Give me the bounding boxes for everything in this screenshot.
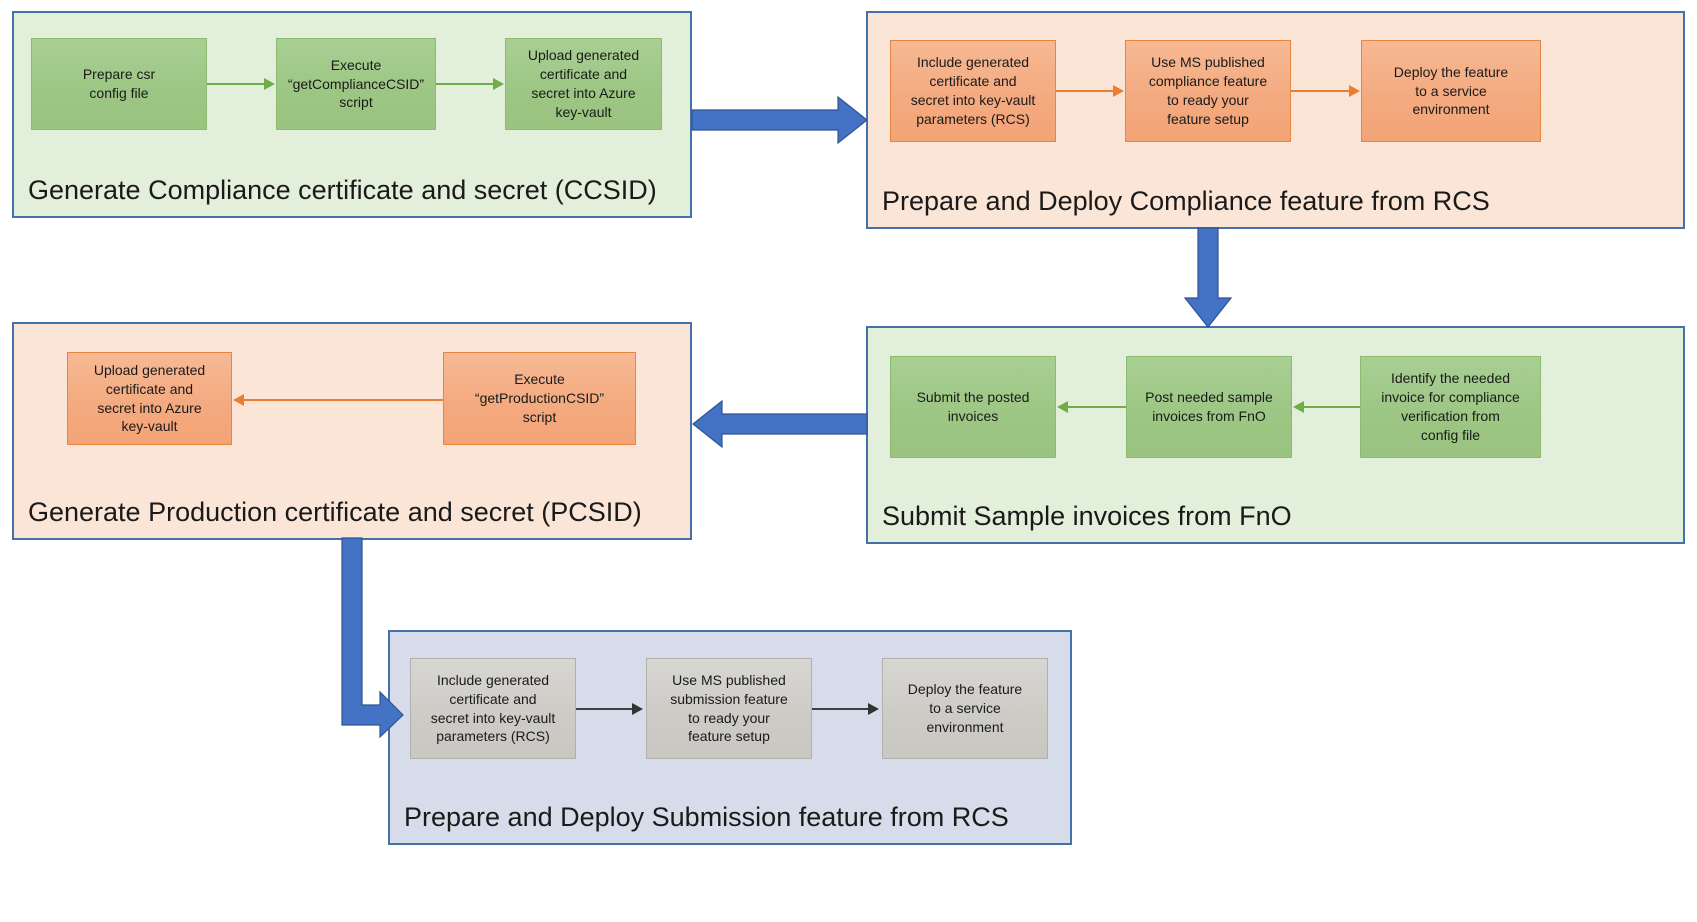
step-post-needed-sample-invoices-from-fno: Post needed sample invoices from FnO xyxy=(1126,356,1292,458)
step-line: parameters (RCS) xyxy=(436,728,550,745)
arrow-pcsid-to-prepare-submission xyxy=(334,537,404,739)
step-line: compliance feature xyxy=(1148,73,1268,90)
step-line: feature setup xyxy=(1167,110,1249,127)
step-line: Upload generated xyxy=(93,361,206,378)
step-submit-the-posted-invoices: Submit the posted invoices xyxy=(890,356,1056,458)
panel-prepare-deploy-compliance: Include generated certificate and secret… xyxy=(866,11,1685,229)
panel-title-submit-sample-invoices: Submit Sample invoices from FnO xyxy=(882,501,1292,532)
connector-submit-1 xyxy=(1068,406,1126,408)
step-line: Deploy the feature xyxy=(1393,63,1509,80)
connector-arrowhead-ccsid-2 xyxy=(493,78,504,90)
step-line: “getComplianceCSID” xyxy=(287,75,425,92)
connector-ccsid-1 xyxy=(207,83,264,85)
step-line: “getProductionCSID” xyxy=(474,390,605,407)
step-line: script xyxy=(339,94,373,111)
step-upload-cert-secret-azure-keyvault-production: Upload generated certificate and secret … xyxy=(67,352,232,445)
step-execute-getcompliancecsid-script: Execute “getComplianceCSID” script xyxy=(276,38,436,130)
arrow-submit-invoices-to-pcsid xyxy=(692,399,868,449)
step-line: invoices xyxy=(947,408,999,424)
step-line: Deploy the feature xyxy=(907,681,1023,698)
step-line: script xyxy=(522,408,557,425)
connector-arrowhead-pcsid-1 xyxy=(233,394,244,406)
step-line: key-vault xyxy=(121,418,178,435)
step-include-cert-secret-keyvault-params-compliance: Include generated certificate and secret… xyxy=(890,40,1056,142)
step-line: Execute xyxy=(330,56,382,73)
step-use-ms-published-compliance-feature: Use MS published compliance feature to r… xyxy=(1125,40,1291,142)
step-line: config file xyxy=(1420,426,1481,443)
connector-submit-2 xyxy=(1304,406,1360,408)
step-line: environment xyxy=(926,718,1004,735)
arrow-prepare-compliance-to-submit-invoices xyxy=(1183,227,1233,328)
panel-prepare-deploy-submission: Include generated certificate and secret… xyxy=(388,630,1072,845)
connector-arrowhead-compliance-1 xyxy=(1113,85,1124,97)
step-upload-cert-secret-azure-keyvault-compliance: Upload generated certificate and secret … xyxy=(505,38,662,130)
step-deploy-feature-service-environment-submission: Deploy the feature to a service environm… xyxy=(882,658,1048,759)
step-line: Use MS published xyxy=(1151,54,1265,71)
step-include-cert-secret-keyvault-params-submission: Include generated certificate and secret… xyxy=(410,658,576,759)
step-prepare-csr-config-file: Prepare csr config file xyxy=(31,38,207,130)
step-line: Execute xyxy=(514,371,565,388)
connector-arrowhead-ccsid-1 xyxy=(264,78,275,90)
panel-title-prepare-deploy-submission: Prepare and Deploy Submission feature fr… xyxy=(404,802,1009,833)
step-line: Include generated xyxy=(436,671,550,688)
step-deploy-feature-service-environment-compliance: Deploy the feature to a service environm… xyxy=(1361,40,1541,142)
step-line: certificate and xyxy=(105,380,194,397)
step-line: secret into key-vault xyxy=(910,92,1036,108)
connector-arrowhead-submit-1 xyxy=(1057,401,1068,413)
step-execute-getproductioncsid-script: Execute “getProductionCSID” script xyxy=(443,352,636,445)
step-line: secret into Azure xyxy=(97,399,202,416)
step-line: parameters (RCS) xyxy=(916,110,1030,127)
connector-submission-1 xyxy=(576,708,632,710)
step-line: to ready your xyxy=(688,709,770,726)
connector-submission-2 xyxy=(812,708,868,710)
connector-arrowhead-submission-1 xyxy=(632,703,643,715)
step-line: Submit the posted xyxy=(916,389,1030,406)
panel-submit-sample-invoices: Submit the posted invoices Post needed s… xyxy=(866,326,1685,544)
connector-ccsid-2 xyxy=(436,83,493,85)
panel-pcsid: Upload generated certificate and secret … xyxy=(12,322,692,540)
connector-pcsid-1 xyxy=(244,399,443,401)
diagram-canvas: Prepare csr config file Execute “getComp… xyxy=(0,0,1697,922)
panel-title-prepare-deploy-compliance: Prepare and Deploy Compliance feature fr… xyxy=(882,186,1490,217)
arrow-ccsid-to-prepare-compliance xyxy=(691,95,868,145)
step-line: certificate and xyxy=(539,66,628,83)
step-line: environment xyxy=(1412,101,1490,118)
step-line: Upload generated xyxy=(527,47,640,64)
connector-compliance-2 xyxy=(1291,90,1349,92)
step-line: verification from xyxy=(1401,408,1500,424)
step-line: invoice for compliance xyxy=(1381,389,1520,406)
step-line: feature setup xyxy=(688,728,770,745)
panel-ccsid: Prepare csr config file Execute “getComp… xyxy=(12,11,692,218)
connector-compliance-1 xyxy=(1056,90,1113,92)
step-line: to ready your xyxy=(1167,92,1249,108)
step-line: config file xyxy=(89,85,149,101)
step-line: Post needed sample xyxy=(1145,389,1273,406)
step-line: certificate and xyxy=(449,690,537,707)
connector-arrowhead-submit-2 xyxy=(1293,401,1304,413)
step-line: Use MS published xyxy=(672,671,786,688)
step-line: secret into key-vault xyxy=(430,709,556,726)
step-line: to a service xyxy=(929,700,1001,717)
step-line: certificate and xyxy=(929,73,1017,90)
connector-arrowhead-submission-2 xyxy=(868,703,879,715)
panel-title-pcsid: Generate Production certificate and secr… xyxy=(28,497,642,528)
step-identify-needed-invoice-compliance-verification: Identify the needed invoice for complian… xyxy=(1360,356,1541,458)
step-line: invoices from FnO xyxy=(1152,408,1266,424)
connector-arrowhead-compliance-2 xyxy=(1349,85,1360,97)
step-use-ms-published-submission-feature: Use MS published submission feature to r… xyxy=(646,658,812,759)
step-line: Prepare csr xyxy=(82,66,156,83)
step-line: submission feature xyxy=(670,690,788,707)
panel-title-ccsid: Generate Compliance certificate and secr… xyxy=(28,175,657,206)
step-line: to a service xyxy=(1415,82,1487,99)
step-line: secret into Azure xyxy=(531,85,636,101)
step-line: Identify the needed xyxy=(1390,370,1511,387)
step-line: key-vault xyxy=(555,103,612,120)
step-line: Include generated xyxy=(916,54,1030,71)
